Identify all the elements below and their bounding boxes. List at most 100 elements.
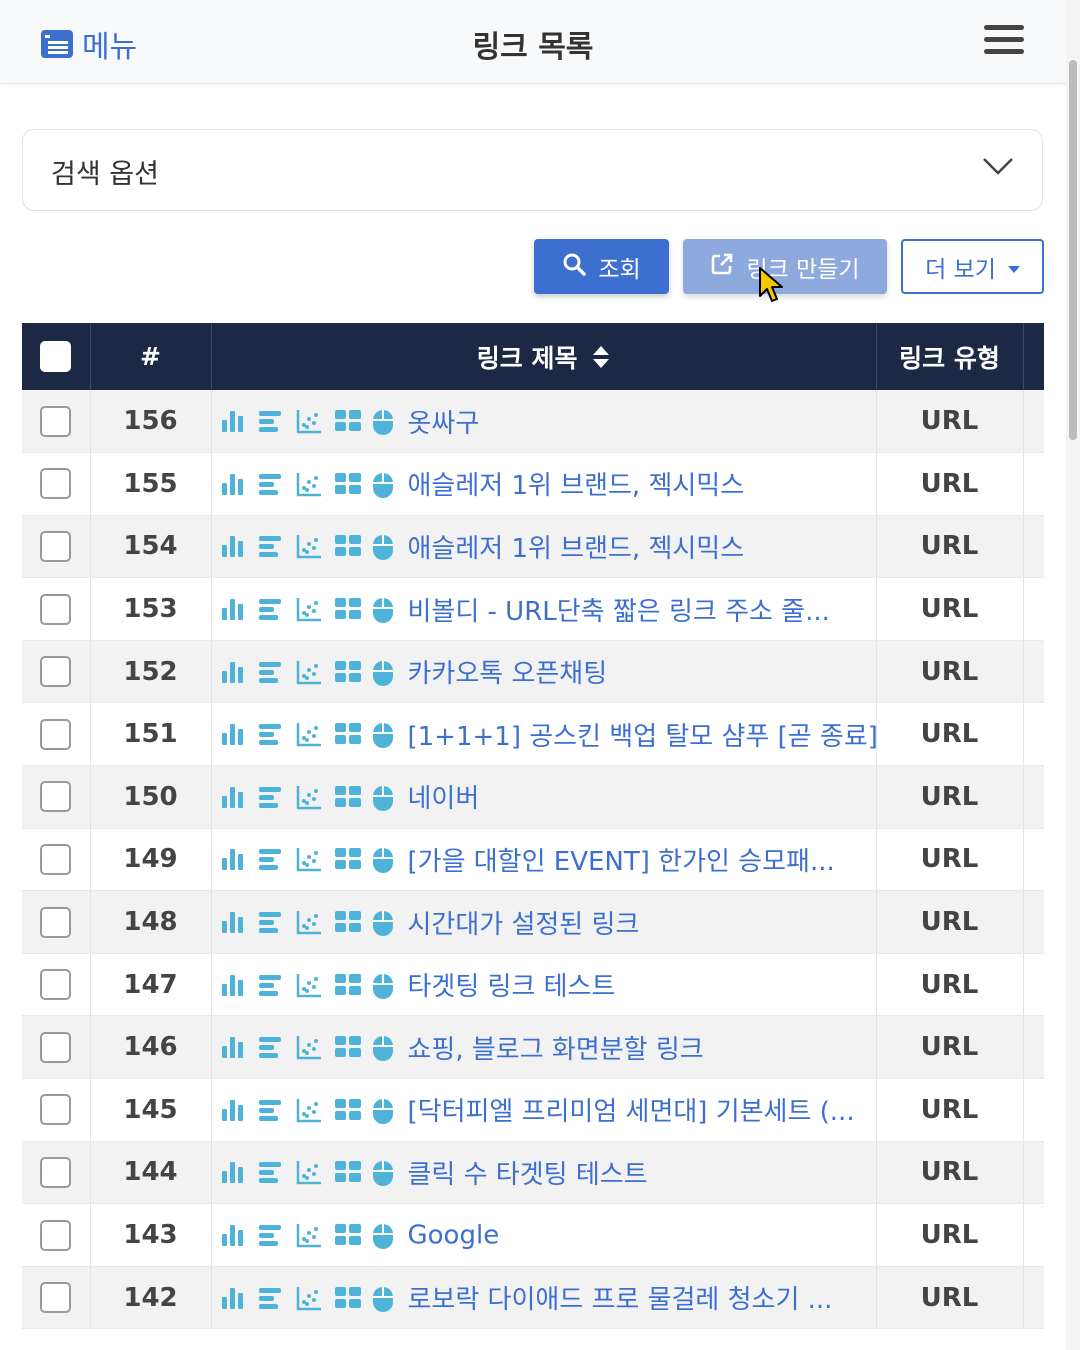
align-left-icon[interactable]	[258, 721, 284, 747]
align-left-icon[interactable]	[258, 471, 284, 497]
mouse-icon[interactable]	[372, 1285, 398, 1312]
grid-icon[interactable]	[334, 972, 361, 998]
mouse-icon[interactable]	[372, 1222, 398, 1250]
mouse-icon[interactable]	[372, 1034, 398, 1062]
link-title[interactable]: 옷싸구	[408, 409, 480, 439]
select-all-checkbox[interactable]	[40, 341, 72, 373]
grid-icon[interactable]	[334, 1285, 361, 1311]
scatter-chart-icon[interactable]	[296, 596, 322, 622]
mouse-icon[interactable]	[372, 471, 398, 498]
bar-chart-icon[interactable]	[220, 471, 246, 497]
mouse-icon[interactable]	[372, 1097, 398, 1124]
scrollbar-thumb[interactable]	[1069, 60, 1077, 440]
bar-chart-icon[interactable]	[220, 721, 246, 747]
table-row[interactable]: 153 비볼디 - URL단축 짧은 링크 주소 줄... URL	[22, 577, 1044, 641]
scatter-chart-icon[interactable]	[296, 784, 322, 810]
scatter-chart-icon[interactable]	[296, 972, 322, 998]
bar-chart-icon[interactable]	[220, 596, 246, 622]
link-title[interactable]: 비볼디 - URL단축 짧은 링크 주소 줄...	[408, 597, 830, 627]
align-left-icon[interactable]	[258, 659, 284, 685]
table-row[interactable]: 155 애슬레저 1위 브랜드, 젝시믹스 URL	[22, 452, 1044, 516]
row-checkbox[interactable]	[40, 718, 72, 750]
align-left-icon[interactable]	[258, 1034, 284, 1060]
mouse-icon[interactable]	[372, 1159, 398, 1187]
scrollbar[interactable]	[1066, 0, 1080, 1350]
row-checkbox[interactable]	[40, 1156, 72, 1188]
grid-icon[interactable]	[334, 784, 361, 810]
mouse-icon[interactable]	[372, 659, 398, 686]
bar-chart-icon[interactable]	[220, 846, 246, 872]
bar-chart-icon[interactable]	[220, 1034, 246, 1060]
grid-icon[interactable]	[334, 408, 361, 434]
grid-icon[interactable]	[334, 533, 361, 559]
align-left-icon[interactable]	[258, 596, 284, 622]
grid-icon[interactable]	[334, 471, 361, 497]
table-row[interactable]: 144 클릭 수 타겟팅 테스트 URL	[22, 1141, 1044, 1205]
bar-chart-icon[interactable]	[220, 1097, 246, 1123]
mouse-icon[interactable]	[372, 533, 398, 561]
row-checkbox[interactable]	[40, 969, 72, 1001]
table-row[interactable]: 145 [닥터피엘 프리미엄 세면대] 기본세트 (... URL	[22, 1078, 1044, 1142]
table-row[interactable]: 146 쇼핑, 블로그 화면분할 링크 URL	[22, 1015, 1044, 1080]
table-row[interactable]: 151 [1+1+1] 공스킨 백업 탈모 샴푸 [곧 종료] URL	[22, 702, 1044, 767]
align-left-icon[interactable]	[258, 408, 284, 434]
row-checkbox[interactable]	[40, 1094, 72, 1126]
grid-icon[interactable]	[334, 909, 361, 935]
grid-icon[interactable]	[334, 596, 361, 622]
row-checkbox[interactable]	[40, 656, 72, 688]
link-title[interactable]: 로보락 다이애드 프로 물걸레 청소기 ...	[408, 1285, 833, 1315]
bar-chart-icon[interactable]	[220, 1159, 246, 1185]
link-title[interactable]: 클릭 수 타겟팅 테스트	[408, 1160, 648, 1190]
bar-chart-icon[interactable]	[220, 408, 246, 434]
mouse-icon[interactable]	[372, 408, 398, 436]
align-left-icon[interactable]	[258, 1097, 284, 1123]
align-left-icon[interactable]	[258, 1159, 284, 1185]
table-row[interactable]: 143 Google URL	[22, 1203, 1044, 1267]
row-checkbox[interactable]	[40, 843, 72, 875]
table-row[interactable]: 156 옷싸구 URL	[22, 390, 1044, 454]
more-dropdown-button[interactable]: 더 보기	[901, 239, 1044, 294]
link-title[interactable]: [닥터피엘 프리미엄 세면대] 기본세트 (...	[408, 1097, 855, 1127]
scatter-chart-icon[interactable]	[296, 909, 322, 935]
grid-icon[interactable]	[334, 846, 361, 872]
scatter-chart-icon[interactable]	[296, 408, 322, 434]
scatter-chart-icon[interactable]	[296, 1034, 322, 1060]
mouse-icon[interactable]	[372, 596, 398, 624]
mouse-icon[interactable]	[372, 909, 398, 937]
scatter-chart-icon[interactable]	[296, 1285, 322, 1311]
column-header-number[interactable]: #	[90, 323, 212, 390]
create-link-button[interactable]: 링크 만들기	[683, 239, 887, 294]
mouse-icon[interactable]	[372, 784, 398, 811]
grid-icon[interactable]	[334, 1159, 361, 1185]
link-title[interactable]: 시간대가 설정된 링크	[408, 910, 640, 940]
bar-chart-icon[interactable]	[220, 1285, 246, 1311]
row-checkbox[interactable]	[40, 593, 72, 625]
chevron-down-icon[interactable]	[982, 156, 1014, 180]
bar-chart-icon[interactable]	[220, 784, 246, 810]
scatter-chart-icon[interactable]	[296, 1097, 322, 1123]
row-checkbox[interactable]	[40, 1031, 72, 1063]
scatter-chart-icon[interactable]	[296, 1222, 322, 1248]
scatter-chart-icon[interactable]	[296, 721, 322, 747]
align-left-icon[interactable]	[258, 972, 284, 998]
scatter-chart-icon[interactable]	[296, 846, 322, 872]
align-left-icon[interactable]	[258, 784, 284, 810]
align-left-icon[interactable]	[258, 1222, 284, 1248]
link-title[interactable]: Google	[408, 1220, 500, 1250]
search-options-panel[interactable]: 검색 옵션	[22, 129, 1043, 211]
column-header-type[interactable]: 링크 유형	[876, 323, 1024, 390]
scatter-chart-icon[interactable]	[296, 1159, 322, 1185]
table-row[interactable]: 152 카카오톡 오픈채팅 URL	[22, 640, 1044, 704]
row-checkbox[interactable]	[40, 530, 72, 562]
row-checkbox[interactable]	[40, 781, 72, 813]
link-title[interactable]: 카카오톡 오픈채팅	[408, 659, 608, 689]
align-left-icon[interactable]	[258, 846, 284, 872]
row-checkbox[interactable]	[40, 405, 72, 437]
link-title[interactable]: 네이버	[408, 784, 480, 814]
mouse-icon[interactable]	[372, 972, 398, 999]
bar-chart-icon[interactable]	[220, 1222, 246, 1248]
hamburger-menu-icon[interactable]	[984, 25, 1024, 59]
table-row[interactable]: 142 로보락 다이애드 프로 물걸레 청소기 ... URL	[22, 1266, 1044, 1330]
search-button[interactable]: 조회	[534, 239, 669, 294]
scatter-chart-icon[interactable]	[296, 533, 322, 559]
